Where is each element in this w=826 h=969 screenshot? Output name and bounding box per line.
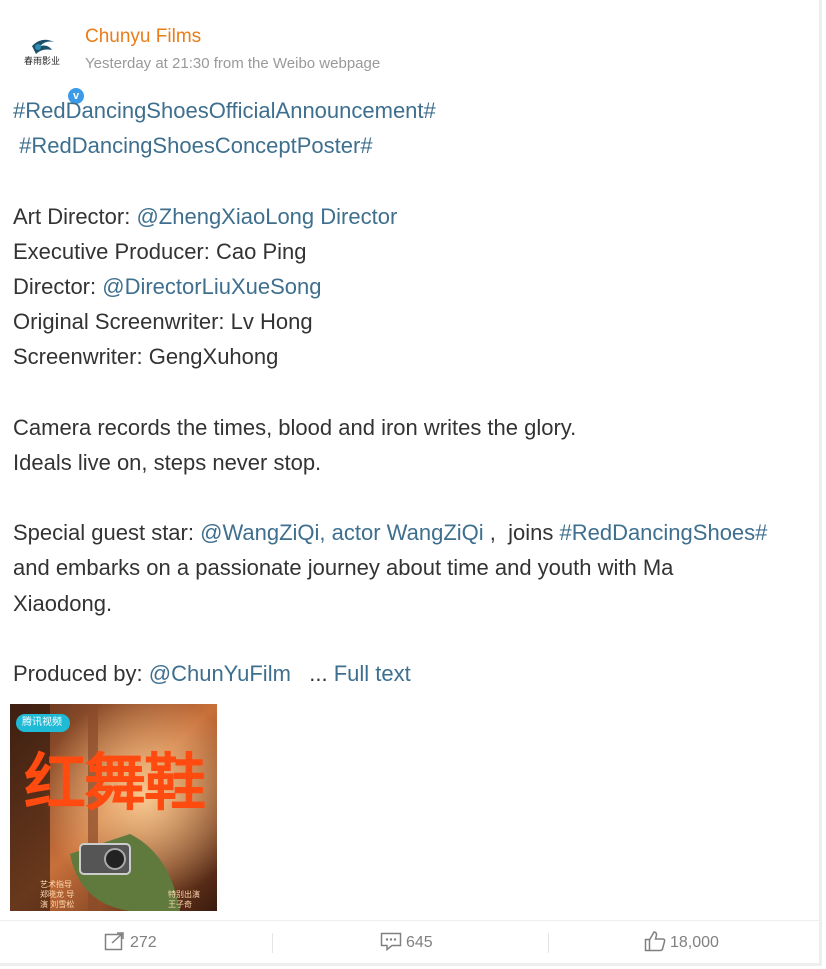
poster-credits-right: 特别出演 王子奇 bbox=[168, 890, 200, 909]
avatar[interactable]: 春雨影业 v bbox=[14, 26, 86, 106]
director-label: Director: bbox=[13, 273, 103, 299]
post-timestamp: Yesterday at 21:30 from the Weibo webpag… bbox=[85, 55, 381, 72]
toolbar-divider bbox=[548, 933, 549, 953]
poster-title: 红舞鞋 bbox=[24, 746, 206, 819]
comment-bubble-icon bbox=[380, 932, 402, 951]
original-screenwriter-text: Original Screenwriter: Lv Hong bbox=[13, 309, 313, 335]
hashtag-concept-poster[interactable]: #RedDancingShoesConceptPoster# bbox=[19, 133, 372, 158]
screenwriter-text: Screenwriter: GengXuhong bbox=[13, 344, 279, 370]
comment-count: 645 bbox=[406, 934, 433, 951]
produced-by-label: Produced by: bbox=[13, 661, 149, 686]
post-body: #RedDancingShoesOfficialAnnouncement# #R… bbox=[13, 93, 813, 691]
guest-continuation-text: and embarks on a passionate journey abou… bbox=[13, 555, 674, 581]
like-count: 18,000 bbox=[670, 934, 719, 951]
poster-image[interactable]: 腾讯视频 红舞鞋 艺术指导 郑晓龙 导演 刘雪松 特别出演 王子奇 bbox=[10, 704, 217, 911]
poster-credits-left: 艺术指导 郑晓龙 导演 刘雪松 bbox=[40, 880, 75, 909]
repost-count: 272 bbox=[130, 934, 157, 951]
avatar-logo-text: 春雨影业 bbox=[24, 55, 60, 67]
hashtag-official-announcement[interactable]: #RedDancingShoesOfficialAnnouncement# bbox=[13, 98, 436, 123]
mention-chunyu-film[interactable]: @ChunYuFilm bbox=[149, 661, 291, 686]
ellipsis: ... bbox=[290, 661, 334, 686]
tencent-video-badge: 腾讯视频 bbox=[16, 714, 70, 732]
guest-star-label: Special guest star: bbox=[13, 520, 201, 546]
guest-end-text: Xiaodong. bbox=[13, 590, 113, 616]
slogan-line-2: Ideals live on, steps never stop. bbox=[13, 449, 322, 475]
chunyu-logo-icon: 春雨影业 bbox=[24, 39, 60, 67]
art-director-label: Art Director: bbox=[13, 203, 137, 229]
post-card: 春雨影业 v Chunyu Films Yesterday at 21:30 f… bbox=[0, 0, 822, 966]
executive-producer-text: Executive Producer: Cao Ping bbox=[13, 238, 307, 264]
share-arrow-icon bbox=[104, 932, 124, 951]
toolbar-divider bbox=[272, 933, 273, 953]
slogan-line-1: Camera records the times, blood and iron… bbox=[13, 414, 577, 440]
mention-zheng-xiaolong[interactable]: @ZhengXiaoLong Director bbox=[136, 204, 397, 229]
guest-joins-text: , joins bbox=[483, 520, 560, 546]
like-button[interactable]: 18,000 bbox=[644, 921, 719, 965]
author-name[interactable]: Chunyu Films bbox=[85, 26, 201, 48]
mention-wang-ziqi[interactable]: @WangZiQi, actor WangZiQi bbox=[200, 520, 484, 545]
comment-button[interactable]: 645 bbox=[380, 921, 433, 965]
repost-button[interactable]: 272 bbox=[104, 921, 157, 965]
action-bar: 272 645 18,000 bbox=[0, 920, 822, 965]
full-text-link[interactable]: Full text bbox=[334, 661, 411, 686]
mention-director-liu-xuesong[interactable]: @DirectorLiuXueSong bbox=[102, 274, 321, 299]
thumbs-up-icon bbox=[644, 931, 666, 952]
hashtag-red-dancing-shoes[interactable]: #RedDancingShoes# bbox=[559, 520, 767, 545]
